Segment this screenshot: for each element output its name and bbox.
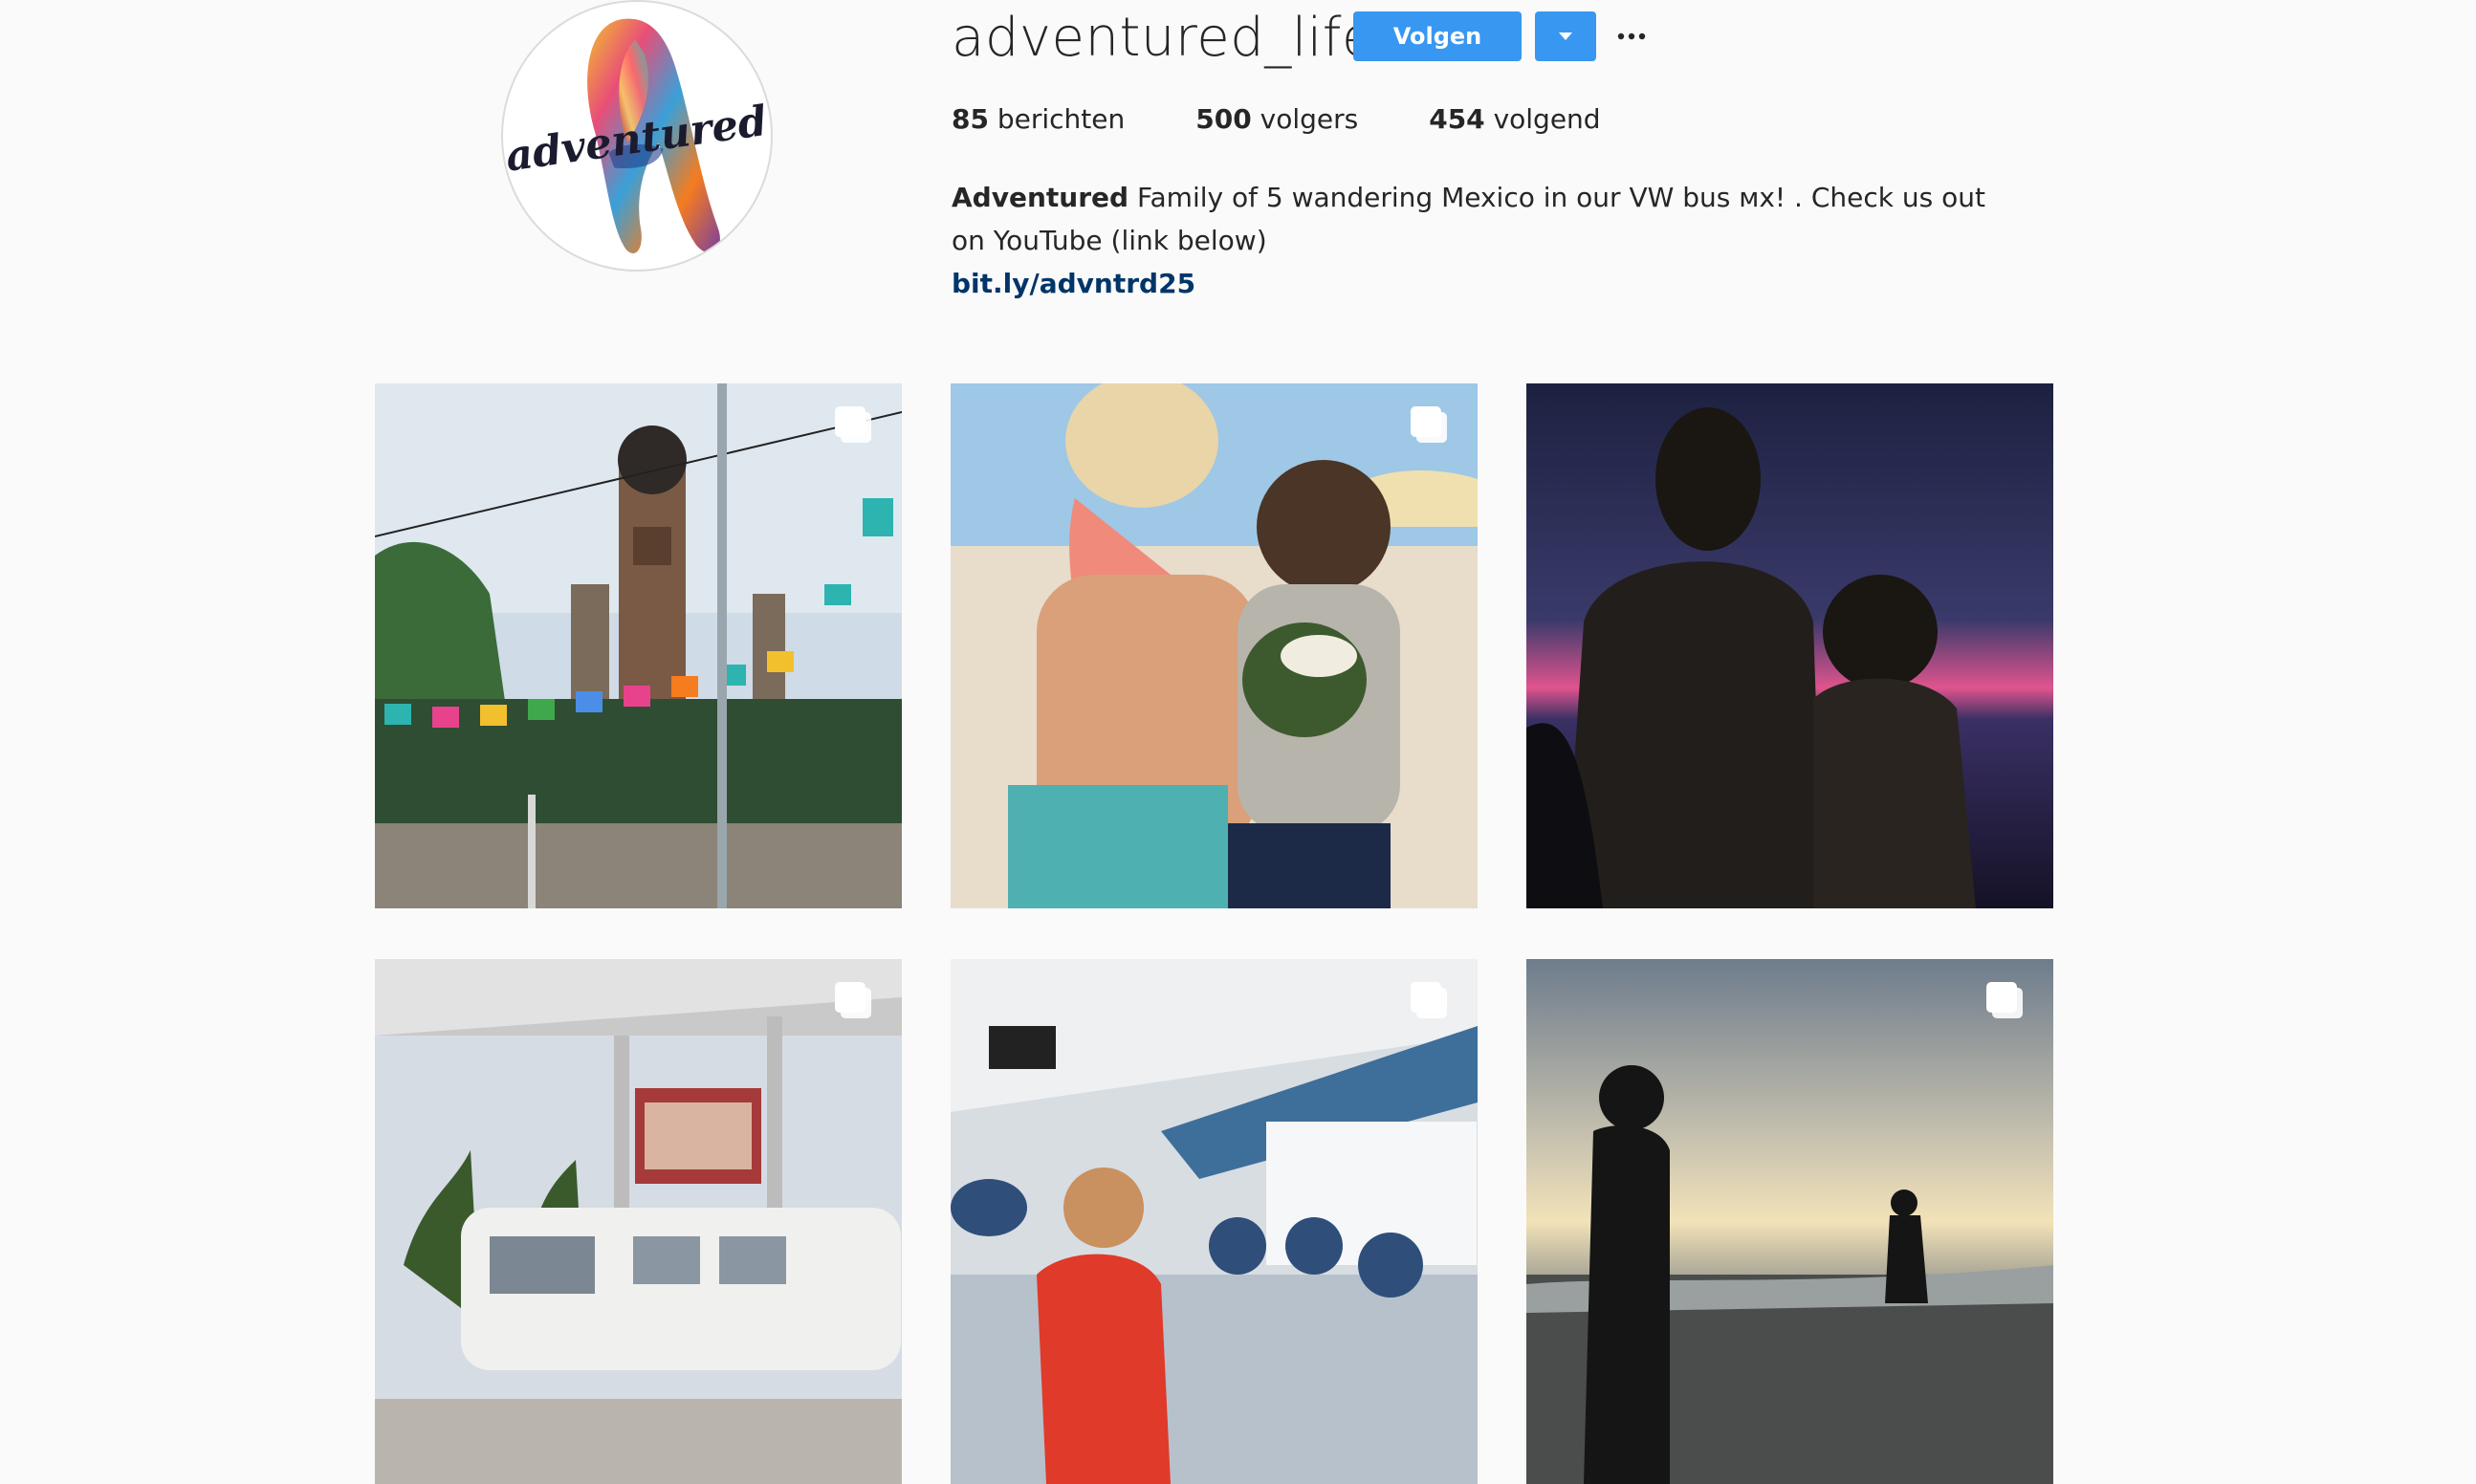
post-tile-1[interactable]	[375, 383, 902, 908]
stat-followers-label: volgers	[1260, 103, 1359, 135]
stat-following[interactable]: 454 volgend	[1429, 103, 1600, 135]
profile-bio: Adventured Family of 5 wandering Mexico …	[952, 176, 1994, 305]
post-image-coconut	[951, 383, 1478, 908]
more-options-button[interactable]	[1614, 13, 1649, 59]
post-tile-5[interactable]	[951, 959, 1478, 1484]
stat-posts-count: 85	[952, 103, 989, 135]
multiple-photos-icon	[1411, 982, 1447, 1018]
follow-dropdown-button[interactable]	[1535, 11, 1596, 61]
adventured-logo: adventured	[503, 18, 770, 253]
multiple-photos-icon	[835, 406, 871, 443]
post-image-church	[375, 383, 902, 908]
bio-name: Adventured	[952, 182, 1129, 213]
stat-followers[interactable]: 500 volgers	[1195, 103, 1358, 135]
stat-following-count: 454	[1429, 103, 1485, 135]
ellipsis-icon	[1617, 33, 1646, 40]
follow-button[interactable]: Volgen	[1353, 11, 1522, 61]
post-tile-3[interactable]	[1526, 383, 2053, 908]
stat-posts: 85 berichten	[952, 103, 1125, 135]
multiple-photos-icon	[835, 982, 871, 1018]
profile-username: adventured_life	[952, 7, 1375, 69]
post-image-vw-bus	[375, 959, 902, 1484]
post-tile-4[interactable]	[375, 959, 902, 1484]
caret-down-icon	[1559, 33, 1572, 40]
bio-link[interactable]: bit.ly/advntrd25	[952, 262, 1994, 305]
post-image-sunset	[1526, 383, 2053, 908]
stat-following-label: volgend	[1493, 103, 1601, 135]
post-image-ferry	[951, 959, 1478, 1484]
post-tile-6[interactable]	[1526, 959, 2053, 1484]
post-tile-2[interactable]	[951, 383, 1478, 908]
post-image-beach-silhouette	[1526, 959, 2053, 1484]
profile-stats: 85 berichten 500 volgers 454 volgend	[952, 103, 1672, 135]
multiple-photos-icon	[1411, 406, 1447, 443]
multiple-photos-icon	[1986, 982, 2023, 1018]
stat-followers-count: 500	[1195, 103, 1252, 135]
profile-avatar[interactable]: adventured	[501, 0, 773, 272]
stat-posts-label: berichten	[997, 103, 1126, 135]
